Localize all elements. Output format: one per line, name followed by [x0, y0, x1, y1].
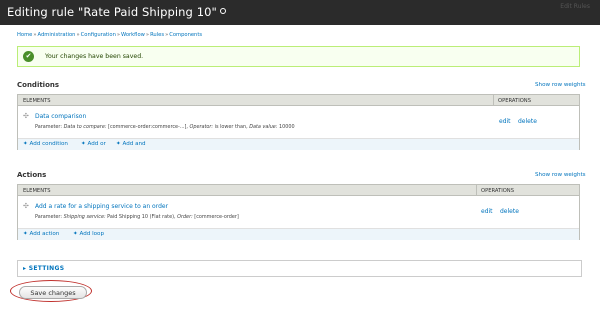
action-parameters: Parameter: Shipping service: Paid Shippi… [35, 214, 239, 220]
add-action-link[interactable]: ✦ Add action [23, 231, 59, 237]
status-message-text: Your changes have been saved. [45, 53, 144, 60]
page-title-text: Editing rule "Rate Paid Shipping 10" [7, 5, 217, 19]
breadcrumb: Home»Administration»Configuration»Workfl… [17, 32, 202, 38]
actions-show-row-weights[interactable]: Show row weights [535, 172, 586, 178]
header-links[interactable]: Edit Rules [560, 3, 590, 10]
conditions-table-header: ELEMENTS OPERATIONS [18, 95, 579, 106]
status-message: ✔ Your changes have been saved. [17, 46, 580, 67]
breadcrumb-home[interactable]: Home [17, 32, 32, 38]
add-condition-label: Add condition [29, 141, 68, 147]
settings-label: SETTINGS [28, 265, 65, 272]
breadcrumb-separator: » [76, 32, 80, 38]
delete-link[interactable]: delete [500, 208, 519, 215]
edit-link[interactable]: edit [481, 208, 493, 215]
param-value: is lower than, [213, 124, 250, 130]
table-row: ✣ Data comparison Parameter: Data to com… [18, 106, 579, 139]
column-header-elements: ELEMENTS [23, 97, 51, 104]
param-value: 10000 [277, 124, 295, 130]
breadcrumb-separator: » [165, 32, 169, 38]
edit-link[interactable]: edit [499, 118, 511, 125]
breadcrumb-separator: » [145, 32, 150, 38]
page-title: Editing rule "Rate Paid Shipping 10" [7, 5, 226, 19]
column-divider [493, 95, 494, 106]
actions-add-links: ✦ Add action ✦ Add loop [18, 229, 579, 240]
gear-icon[interactable] [219, 8, 226, 14]
param-key: Data to compare: [63, 124, 107, 130]
conditions-show-row-weights[interactable]: Show row weights [535, 82, 586, 88]
actions-table-header: ELEMENTS OPERATIONS [18, 185, 579, 196]
param-key: Data value: [249, 124, 278, 130]
param-value: [commerce-order] [192, 214, 239, 220]
condition-parameters: Parameter: Data to compare: [commerce-or… [35, 124, 295, 130]
add-or-label: Add or [87, 141, 106, 147]
actions-table: ELEMENTS OPERATIONS ✣ Add a rate for a s… [17, 184, 580, 240]
breadcrumb-rules[interactable]: Rules [150, 32, 164, 38]
conditions-add-links: ✦ Add condition ✦ Add or ✦ Add and [18, 139, 579, 150]
breadcrumb-administration[interactable]: Administration [38, 32, 76, 38]
column-header-elements: ELEMENTS [23, 187, 51, 194]
check-icon: ✔ [23, 51, 34, 62]
settings-fieldset[interactable]: ▸ SETTINGS [17, 260, 582, 277]
add-condition-link[interactable]: ✦ Add condition [23, 141, 68, 147]
add-or-link[interactable]: ✦ Add or [81, 141, 106, 147]
breadcrumb-workflow[interactable]: Workflow [121, 32, 145, 38]
param-key: Order: [177, 214, 193, 220]
save-changes-button[interactable]: Save changes [19, 286, 87, 299]
table-row: ✣ Add a rate for a shipping service to a… [18, 196, 579, 229]
param-value: Paid Shipping 10 (Flat rate), [105, 214, 178, 220]
add-action-label: Add action [29, 231, 60, 237]
settings-toggle[interactable]: ▸ SETTINGS [23, 265, 64, 272]
param-prefix: Parameter: [35, 124, 64, 130]
add-and-link[interactable]: ✦ Add and [116, 141, 146, 147]
breadcrumb-separator: » [116, 32, 121, 38]
breadcrumb-configuration[interactable]: Configuration [81, 32, 116, 38]
condition-name-link[interactable]: Data comparison [35, 113, 86, 120]
drag-handle-icon[interactable]: ✣ [23, 112, 29, 120]
add-loop-label: Add loop [79, 231, 105, 237]
conditions-title: Conditions [17, 81, 60, 89]
param-key: Operator: [189, 124, 214, 130]
action-name-link[interactable]: Add a rate for a shipping service to an … [35, 203, 168, 210]
add-and-label: Add and [122, 141, 146, 147]
column-divider [476, 185, 477, 196]
conditions-table: ELEMENTS OPERATIONS ✣ Data comparison Pa… [17, 94, 580, 150]
actions-title: Actions [17, 171, 47, 179]
column-header-operations: OPERATIONS [498, 97, 531, 104]
delete-link[interactable]: delete [518, 118, 537, 125]
drag-handle-icon[interactable]: ✣ [23, 202, 29, 210]
breadcrumb-components[interactable]: Components [169, 32, 202, 38]
param-value: [commerce-order:commerce-...], [106, 124, 190, 130]
add-loop-link[interactable]: ✦ Add loop [73, 231, 104, 237]
column-header-operations: OPERATIONS [481, 187, 514, 194]
breadcrumb-separator: » [33, 32, 37, 38]
param-prefix: Parameter: [35, 214, 64, 220]
param-key: Shipping service: [63, 214, 106, 220]
page-header: Editing rule "Rate Paid Shipping 10" Edi… [0, 0, 600, 25]
